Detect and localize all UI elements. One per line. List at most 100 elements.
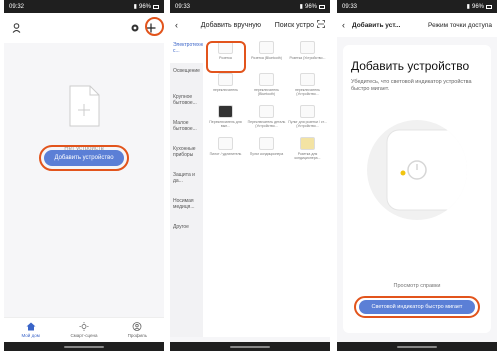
category-item[interactable]: Кухонные приборы bbox=[170, 141, 203, 167]
tab-label: Профиль bbox=[127, 333, 148, 338]
bottom-tab-bar: Мой дом Смарт-сцена Профиль bbox=[4, 317, 164, 342]
category-item[interactable]: Малое бытовое... bbox=[170, 115, 203, 141]
home-icon bbox=[26, 322, 36, 331]
tab-profile[interactable]: Профиль bbox=[115, 322, 160, 338]
device-tile[interactable]: переключатель (Bluetooth) bbox=[246, 73, 287, 99]
signal-icon: ▮ bbox=[466, 4, 470, 10]
confirm-highlight-ring bbox=[354, 296, 480, 318]
remote-icon bbox=[300, 105, 315, 118]
category-body: Электротехнические с... Освещение Крупно… bbox=[170, 37, 330, 337]
ac-remote-icon bbox=[259, 137, 274, 150]
tab-add-device[interactable]: Добавить уст... bbox=[352, 22, 428, 29]
status-bar: 09:33 ▮ 96% bbox=[170, 0, 330, 13]
plus-highlight-ring bbox=[145, 17, 164, 36]
device-illustration bbox=[367, 120, 467, 220]
device-label: Пульт для розетки / ст... (Устройство... bbox=[288, 120, 327, 128]
category-item[interactable]: Освещение bbox=[170, 63, 203, 89]
system-nav-bar bbox=[170, 342, 330, 351]
device-tile[interactable]: Розетка (Устройство... bbox=[287, 41, 328, 67]
device-grid: Розетка Розетка (Bluetooth) Розетка (Уст… bbox=[203, 37, 330, 337]
home-menu-icon[interactable] bbox=[12, 23, 21, 33]
category-item[interactable]: Электротехнические с... bbox=[170, 37, 203, 63]
back-icon[interactable]: ‹ bbox=[342, 20, 352, 30]
card-title: Добавить устройство bbox=[351, 59, 470, 73]
tab-search-device[interactable]: Поиск устро bbox=[275, 22, 314, 29]
switch-icon bbox=[259, 73, 274, 86]
status-time: 09:32 bbox=[9, 3, 25, 10]
ap-mode-header: ‹ Добавить уст... Режим точки доступа bbox=[337, 13, 497, 37]
add-button-highlight-ring bbox=[39, 145, 129, 171]
device-label: переключатель (Bluetooth) bbox=[254, 88, 279, 96]
status-bar: 09:33 ▮ 96% bbox=[337, 0, 497, 13]
system-nav-bar bbox=[337, 342, 497, 351]
sun-icon bbox=[79, 322, 89, 331]
tab-smart-scene[interactable]: Смарт-сцена bbox=[61, 322, 106, 338]
status-bar: 09:32 ▮ 96% bbox=[4, 0, 164, 13]
battery-percent: 96% bbox=[138, 3, 151, 10]
home-header bbox=[4, 13, 164, 43]
voice-icon[interactable] bbox=[131, 24, 139, 32]
tab-my-home[interactable]: Мой дом bbox=[8, 322, 53, 338]
device-tile[interactable]: Пульт для розетки / ст... (Устройство... bbox=[287, 105, 328, 131]
device-tile[interactable]: Переключатель для вып... bbox=[205, 105, 246, 131]
tab-ap-mode[interactable]: Режим точки доступа bbox=[428, 22, 492, 29]
power-strip-icon bbox=[218, 137, 233, 150]
device-label: переключатель bbox=[213, 88, 238, 92]
add-device-card: Добавить устройство Убедитесь, что свето… bbox=[343, 45, 491, 333]
empty-state: Нет устройств bbox=[4, 85, 164, 152]
signal-icon: ▮ bbox=[133, 4, 137, 10]
back-icon[interactable]: ‹ bbox=[175, 20, 187, 30]
device-tile[interactable]: Пилот / удлинитель bbox=[205, 137, 246, 163]
stage: 09:32 ▮ 96% Нет устройств Добавить устро… bbox=[0, 0, 501, 351]
battery-icon bbox=[486, 4, 492, 9]
switch-icon bbox=[218, 73, 233, 86]
category-item[interactable]: Защита и да... bbox=[170, 167, 203, 193]
empty-document-icon bbox=[69, 85, 100, 127]
tab-label: Смарт-сцена bbox=[70, 333, 98, 338]
category-item[interactable]: Крупное бытовое... bbox=[170, 89, 203, 115]
device-tile[interactable]: Розетка для кондиционера... bbox=[287, 137, 328, 163]
system-nav-bar bbox=[4, 342, 164, 351]
device-label: Переключатель деталь (Устройство... bbox=[247, 120, 286, 128]
category-sidebar: Электротехнические с... Освещение Крупно… bbox=[170, 37, 203, 337]
signal-icon: ▮ bbox=[299, 4, 303, 10]
device-label: Розетка (Bluetooth) bbox=[251, 56, 282, 60]
phone-screen-ap-mode: 09:33 ▮ 96% ‹ Добавить уст... Режим точки… bbox=[337, 0, 497, 351]
scan-icon[interactable] bbox=[317, 20, 325, 30]
device-tile[interactable]: Розетка (Bluetooth) bbox=[246, 41, 287, 67]
device-label: переключатель (Устройство... bbox=[295, 88, 320, 96]
battery-percent: 96% bbox=[304, 3, 317, 10]
tab-label: Мой дом bbox=[21, 333, 40, 338]
switch-panel-icon bbox=[218, 105, 233, 118]
device-label: Пульт кондиционера bbox=[249, 152, 284, 156]
add-manual-header: ‹ Добавить вручную Поиск устро bbox=[170, 13, 330, 37]
profile-icon bbox=[132, 322, 142, 331]
device-label: Переключатель для вып... bbox=[209, 120, 242, 128]
battery-icon bbox=[153, 4, 159, 9]
device-tile[interactable]: переключатель (Устройство... bbox=[287, 73, 328, 99]
battery-icon bbox=[319, 4, 325, 9]
device-label: Пилот / удлинитель bbox=[209, 152, 242, 156]
category-item[interactable]: Носимая медиця... bbox=[170, 193, 203, 219]
device-tile[interactable]: переключатель bbox=[205, 73, 246, 99]
socket-icon bbox=[259, 41, 274, 54]
switch-icon bbox=[300, 73, 315, 86]
phone-screen-add-manual: 09:33 ▮ 96% ‹ Добавить вручную Поиск устр… bbox=[170, 0, 330, 351]
device-tile[interactable]: Пульт кондиционера bbox=[246, 137, 287, 163]
socket-illustration-icon bbox=[386, 129, 467, 211]
status-time: 09:33 bbox=[175, 3, 191, 10]
battery-percent: 96% bbox=[471, 3, 484, 10]
tab-add-manual[interactable]: Добавить вручную bbox=[187, 22, 275, 29]
help-link[interactable]: Просмотр справки bbox=[343, 283, 491, 289]
device-label: Розетка для кондиционера... bbox=[294, 152, 321, 160]
device-label: Розетка (Устройство... bbox=[289, 56, 326, 60]
socket-highlight-ring bbox=[206, 41, 246, 73]
socket-icon bbox=[300, 41, 315, 54]
status-time: 09:33 bbox=[342, 3, 358, 10]
switch-panel-icon bbox=[259, 105, 274, 118]
phone-screen-home: 09:32 ▮ 96% Нет устройств Добавить устро… bbox=[4, 0, 164, 351]
ac-socket-icon bbox=[300, 137, 315, 150]
device-tile[interactable]: Переключатель деталь (Устройство... bbox=[246, 105, 287, 131]
card-description: Убедитесь, что световой индикатор устрой… bbox=[351, 79, 472, 92]
category-item[interactable]: Другое bbox=[170, 219, 203, 245]
